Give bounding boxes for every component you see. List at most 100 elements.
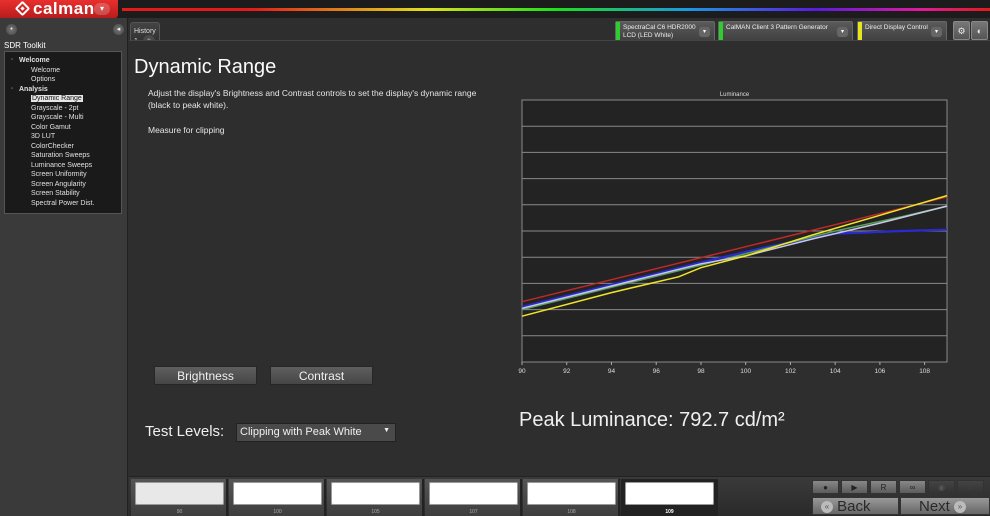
patch-preview bbox=[233, 482, 322, 505]
tree-item-label: Luminance Sweeps bbox=[31, 161, 93, 169]
meter-off-icon[interactable]: ◌ bbox=[957, 480, 984, 494]
x-tick-label: 106 bbox=[874, 368, 885, 375]
patch-label: 105 bbox=[371, 509, 380, 515]
sidebar-pin-icon[interactable]: • bbox=[6, 24, 17, 35]
tree-item-label: Welcome bbox=[19, 57, 50, 64]
tree-item-label: Analysis bbox=[19, 85, 48, 93]
play-icon[interactable]: ▶ bbox=[841, 480, 868, 494]
patch-label: 109 bbox=[665, 509, 674, 515]
patch-preview bbox=[429, 482, 518, 505]
patch-preview bbox=[135, 482, 224, 505]
test-levels-label: Test Levels: bbox=[145, 423, 225, 440]
test-patch-swatch[interactable]: 108 bbox=[523, 479, 620, 516]
chevron-down-icon[interactable]: ▾ bbox=[931, 27, 942, 37]
tree-item[interactable]: Options bbox=[9, 75, 121, 85]
patch-label: 108 bbox=[567, 509, 576, 515]
patch-label: 107 bbox=[469, 509, 478, 515]
meter-status-indicator bbox=[616, 22, 620, 41]
luminance-chart: Luminance 90 92 94 96 98 100 102 104 106 108 bbox=[518, 92, 948, 375]
tree-item[interactable]: ColorChecker bbox=[9, 142, 121, 152]
x-tick-label: 104 bbox=[830, 368, 841, 375]
brightness-button[interactable]: Brightness bbox=[154, 366, 257, 385]
patch-label: 100 bbox=[273, 509, 282, 515]
back-arrow-icon: « bbox=[821, 501, 833, 514]
tree-item[interactable]: Color Gamut bbox=[9, 123, 121, 133]
instructions-text: Adjust the display's Brightness and Cont… bbox=[148, 88, 477, 110]
page-title: Dynamic Range bbox=[134, 56, 277, 78]
tree-item[interactable]: Luminance Sweeps bbox=[9, 161, 121, 171]
x-tick-label: 102 bbox=[785, 368, 796, 375]
chart-title: Luminance bbox=[720, 92, 750, 98]
tree-item[interactable]: Screen Stability bbox=[9, 189, 121, 199]
meter-selector[interactable]: SpectraCal C6 HDR2000 LCD (LED White) ▾ bbox=[615, 21, 715, 42]
tree-item[interactable]: Saturation Sweeps bbox=[9, 151, 121, 161]
sidebar: • ◂ SDR Toolkit Welcome Welcome Options Ana… bbox=[0, 18, 128, 516]
generator-name: CalMAN Client 3 Pattern Generator bbox=[726, 24, 828, 31]
stop-icon[interactable]: ◉ bbox=[928, 480, 955, 494]
tree-item[interactable]: Spectral Power Dist. bbox=[9, 199, 121, 209]
sidebar-collapse-icon[interactable]: ◂ bbox=[113, 24, 124, 35]
display-status-indicator bbox=[858, 22, 862, 41]
next-label: Next bbox=[919, 498, 950, 515]
settings-gear-icon[interactable]: ⚙ bbox=[953, 21, 970, 40]
test-levels-value: Clipping with Peak White bbox=[240, 426, 362, 438]
contrast-button[interactable]: Contrast bbox=[270, 366, 373, 385]
tree-item[interactable]: Screen Angularity bbox=[9, 180, 121, 190]
x-tick-label: 94 bbox=[608, 368, 616, 375]
rainbow-divider bbox=[122, 8, 990, 11]
tree-item[interactable]: Welcome bbox=[9, 66, 121, 76]
next-arrow-icon: » bbox=[954, 501, 967, 514]
back-label: Back bbox=[837, 498, 871, 515]
top-bar: calman ▾ bbox=[0, 0, 990, 18]
chevron-down-icon[interactable]: ▾ bbox=[837, 27, 848, 37]
pattern-generator-selector[interactable]: CalMAN Client 3 Pattern Generator ▾ bbox=[718, 21, 853, 42]
tree-item-label: Dynamic Range bbox=[31, 95, 83, 102]
test-patch-swatch[interactable]: 109 bbox=[621, 479, 718, 516]
tree-item[interactable]: Screen Uniformity bbox=[9, 170, 121, 180]
x-tick-label: 96 bbox=[653, 368, 661, 375]
read-series-icon[interactable]: R bbox=[870, 480, 897, 494]
tab-history-1[interactable]: History 1 + bbox=[130, 22, 160, 47]
next-button[interactable]: Next » bbox=[900, 497, 990, 515]
tree-group[interactable]: Welcome bbox=[9, 56, 121, 66]
tree-group[interactable]: Analysis bbox=[9, 85, 121, 95]
back-button[interactable]: « Back bbox=[812, 497, 899, 515]
tree-item-label: Grayscale - 2pt bbox=[31, 104, 79, 112]
peak-luminance-readout: Peak Luminance: 792.7 cd/m² bbox=[519, 409, 785, 431]
test-patch-swatch[interactable]: 100 bbox=[229, 479, 326, 516]
tree-item-label: Screen Stability bbox=[31, 190, 80, 197]
app-menu-chevron-icon[interactable]: ▾ bbox=[94, 3, 110, 15]
tree-item[interactable]: Grayscale - Multi bbox=[9, 113, 121, 123]
tree-item-label: Screen Uniformity bbox=[31, 171, 87, 178]
calman-window: calman ▾ • ◂ SDR Toolkit Welcome Welcome O… bbox=[0, 0, 990, 516]
loop-icon[interactable]: ∞ bbox=[899, 480, 926, 494]
tree-item[interactable]: Grayscale - 2pt bbox=[9, 104, 121, 114]
tree-item[interactable]: 3D LUT bbox=[9, 132, 121, 142]
record-icon[interactable]: ● bbox=[812, 480, 839, 494]
brand-name: calman bbox=[33, 0, 95, 18]
calman-diamond-icon bbox=[14, 0, 31, 17]
chevron-down-icon: ▼ bbox=[383, 427, 390, 434]
x-tick-label: 92 bbox=[563, 368, 571, 375]
test-patch-swatch[interactable]: 107 bbox=[425, 479, 522, 516]
tree-item-label: Screen Angularity bbox=[31, 180, 86, 188]
tree-item[interactable]: Dynamic Range bbox=[9, 94, 121, 104]
measure-note: Measure for clipping bbox=[148, 125, 225, 135]
patch-preview bbox=[527, 482, 616, 505]
test-levels-dropdown[interactable]: Clipping with Peak White ▼ bbox=[236, 423, 396, 442]
tree-item-label: Spectral Power Dist. bbox=[31, 199, 95, 207]
calman-logo-button[interactable]: calman ▾ bbox=[0, 0, 118, 18]
help-icon[interactable]: ◐ bbox=[971, 21, 988, 40]
tree-item-label: Options bbox=[31, 76, 56, 83]
tree-item-label: 3D LUT bbox=[31, 133, 56, 140]
tree-item-label: Welcome bbox=[31, 66, 61, 74]
tree-item-label: ColorChecker bbox=[31, 142, 74, 150]
display-control-selector[interactable]: Direct Display Control ▾ bbox=[857, 21, 947, 42]
x-tick-label: 108 bbox=[919, 368, 930, 375]
chevron-down-icon[interactable]: ▾ bbox=[699, 27, 710, 37]
bottom-strip: 90 100 105 107 108 109 ● ▶ R ∞ ◉ ◌ « Back Next » bbox=[129, 476, 990, 516]
toolkit-title: SDR Toolkit bbox=[4, 41, 46, 50]
test-patch-swatch[interactable]: 90 bbox=[131, 479, 228, 516]
tree-item-label: Grayscale - Multi bbox=[31, 114, 84, 121]
test-patch-swatch[interactable]: 105 bbox=[327, 479, 424, 516]
